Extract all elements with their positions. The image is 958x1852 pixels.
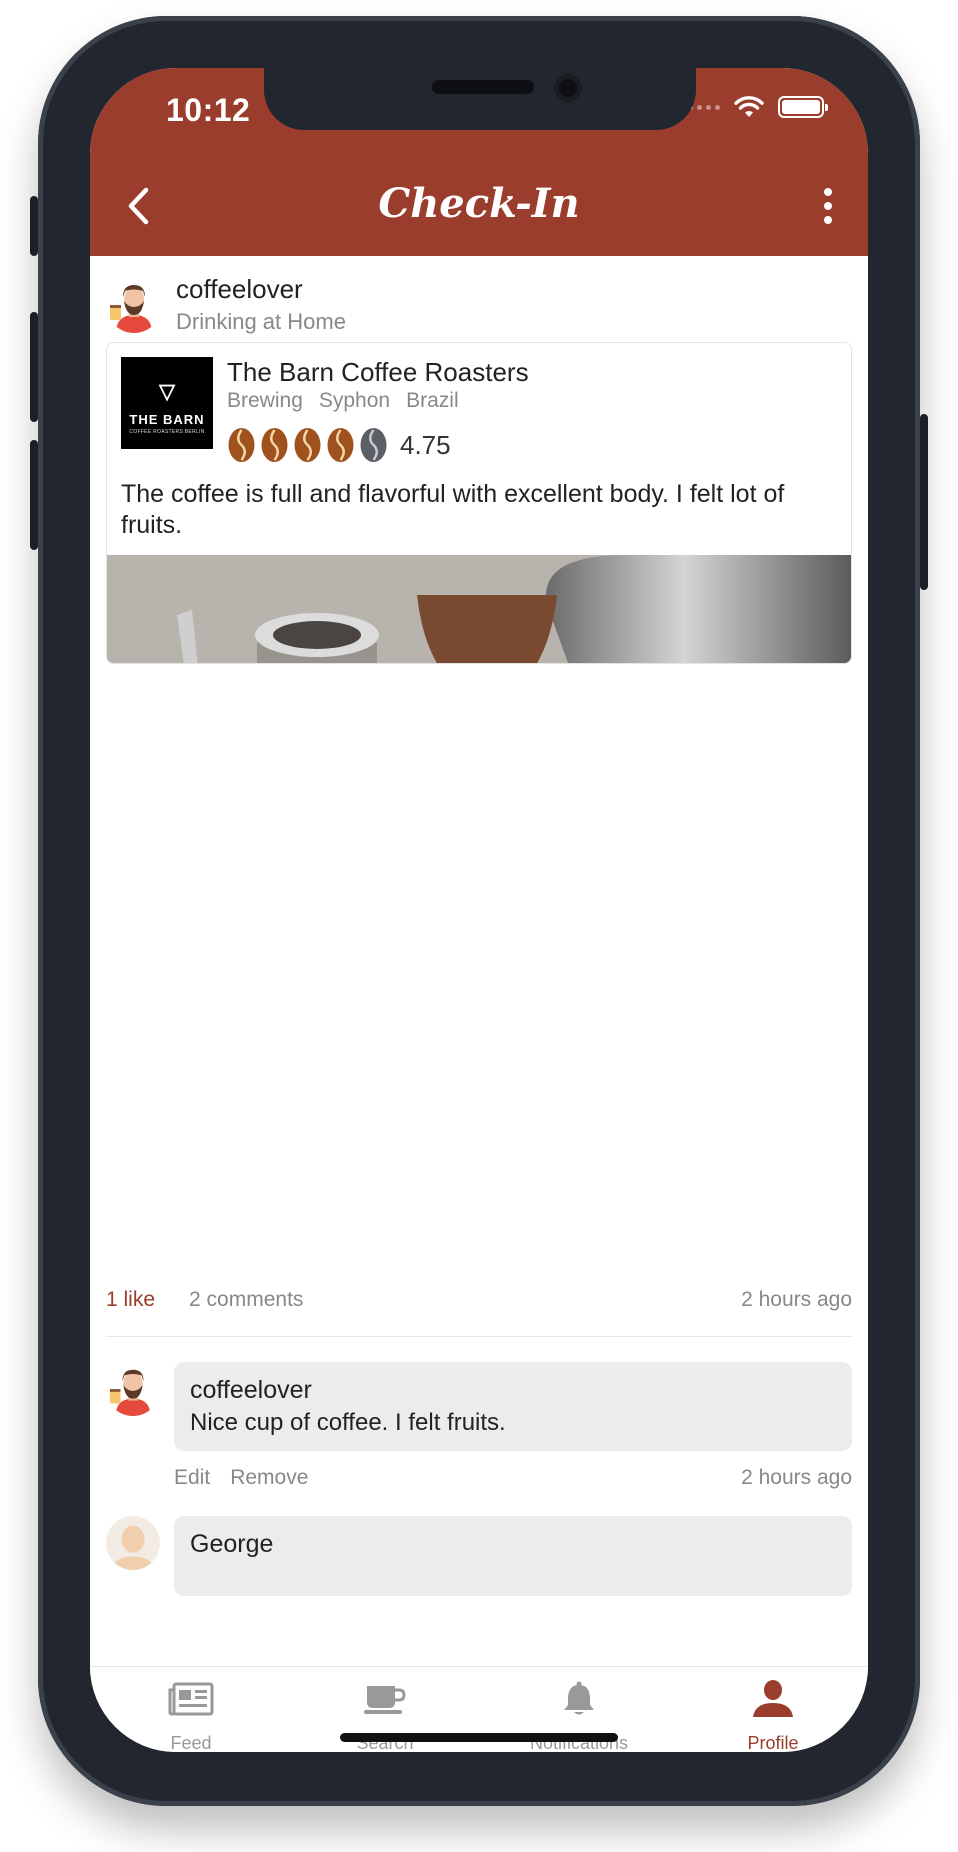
roaster-logo-mark: ▿ (158, 370, 176, 411)
comment-bubble: coffeelover Nice cup of coffee. I felt f… (174, 1362, 852, 1451)
page-title: Check-In (378, 180, 580, 227)
roaster-name[interactable]: The Barn Coffee Roasters (227, 357, 529, 388)
comment-item: George (106, 1516, 852, 1666)
power-button (920, 414, 928, 590)
divider (106, 1336, 852, 1337)
coffee-cup-icon (361, 1679, 409, 1719)
comment-text: Nice cup of coffee. I felt fruits. (190, 1409, 506, 1436)
coffee-bean-full-icon (294, 428, 321, 462)
volume-up-button (30, 312, 38, 422)
commenter-avatar[interactable] (106, 1516, 160, 1570)
bell-icon (555, 1679, 603, 1719)
coffee-rating: 4.75 (227, 427, 451, 463)
avatar[interactable] (106, 276, 162, 333)
remove-comment-button[interactable]: Remove (230, 1466, 308, 1490)
checkin-location: Drinking at Home (176, 309, 346, 334)
wifi-icon (734, 96, 764, 117)
checkin-card: ▿ THE BARN COFFEE ROASTERS BERLIN The Ba… (106, 342, 852, 664)
status-icons (688, 96, 828, 118)
newspaper-icon (167, 1679, 215, 1719)
commenter-avatar[interactable] (106, 1362, 160, 1416)
mute-switch (30, 196, 38, 256)
coffee-bean-full-icon (261, 428, 288, 462)
roaster-logo[interactable]: ▿ THE BARN COFFEE ROASTERS BERLIN (121, 357, 213, 449)
coffee-bean-full-icon (327, 428, 354, 462)
comments-link[interactable]: 2 comments (189, 1288, 303, 1312)
coffee-bean-partial-icon (360, 428, 387, 462)
person-icon (749, 1679, 797, 1719)
comment-time: 2 hours ago (741, 1466, 852, 1489)
tab-profile[interactable]: Profile (693, 1679, 853, 1752)
tag-origin: Brazil (406, 389, 459, 412)
roaster-header[interactable]: ▿ THE BARN COFFEE ROASTERS BERLIN The Ba… (107, 343, 851, 462)
tab-label: Profile (747, 1733, 799, 1752)
navigation-bar: Check-In (90, 156, 868, 256)
comment-actions: Edit Remove 2 hours ago (174, 1466, 852, 1490)
tag-brewer: Syphon (318, 389, 391, 412)
battery-icon (778, 96, 828, 118)
comment-item: coffeelover Nice cup of coffee. I felt f… (106, 1362, 852, 1502)
notch (264, 68, 696, 130)
speaker (432, 80, 534, 94)
rating-value: 4.75 (400, 429, 451, 460)
volume-down-button (30, 440, 38, 550)
roaster-logo-name: THE BARN (129, 411, 205, 427)
edit-comment-button[interactable]: Edit (174, 1466, 210, 1490)
likes-link[interactable]: 1 like (106, 1288, 155, 1312)
posted-time: 2 hours ago (741, 1288, 852, 1311)
tab-feed[interactable]: Feed (111, 1679, 271, 1752)
more-options-button[interactable] (808, 182, 848, 230)
home-indicator[interactable] (340, 1733, 618, 1742)
tab-label: Feed (170, 1733, 212, 1752)
checkin-photo[interactable]: HARIO (107, 555, 851, 663)
commenter-name[interactable]: coffeelover (190, 1376, 836, 1405)
comment-bubble: George (174, 1516, 852, 1596)
status-time: 10:12 (166, 92, 251, 128)
tag-method: Brewing (227, 389, 303, 412)
front-camera (554, 74, 582, 102)
coffee-bean-full-icon (228, 428, 255, 462)
username[interactable]: coffeelover (176, 274, 346, 305)
commenter-name[interactable]: George (190, 1530, 836, 1559)
roaster-logo-subtext: COFFEE ROASTERS BERLIN (129, 428, 205, 435)
screen: 10:12 Check-In coffeelover Drinking at H… (90, 68, 868, 1752)
coffee-tags: Brewing Syphon Brazil (227, 389, 459, 413)
checkin-meta: 1 like 2 comments 2 hours ago (106, 1288, 852, 1312)
checkin-user[interactable]: coffeelover Drinking at Home (106, 274, 346, 335)
checkin-content: coffeelover Drinking at Home ▿ THE BARN … (90, 256, 868, 1666)
